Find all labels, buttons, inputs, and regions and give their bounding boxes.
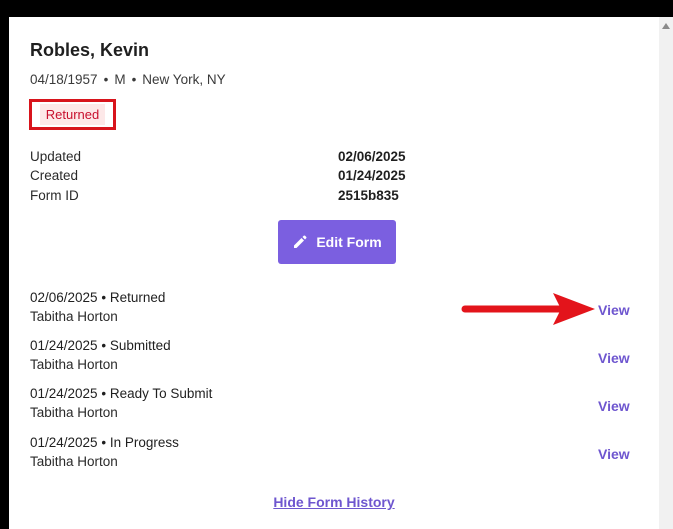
created-label: Created bbox=[30, 168, 79, 183]
scroll-up-arrow-icon[interactable] bbox=[662, 23, 670, 29]
history-date: 02/06/2025 bbox=[30, 290, 98, 305]
edit-form-button[interactable]: Edit Form bbox=[278, 220, 396, 264]
history-entry-2: 01/24/2025 • Submitted bbox=[30, 338, 171, 353]
patient-sex: M bbox=[114, 72, 126, 87]
patient-name: Robles, Kevin bbox=[30, 40, 150, 60]
history-user: Tabitha Horton bbox=[30, 454, 118, 469]
view-link-3[interactable]: View bbox=[598, 398, 630, 414]
updated-label: Updated bbox=[30, 149, 82, 164]
patient-location: New York, NY bbox=[142, 72, 226, 87]
history-user: Tabitha Horton bbox=[30, 405, 118, 420]
edit-form-label: Edit Form bbox=[316, 234, 382, 250]
separator-dot: • bbox=[103, 72, 109, 87]
history-date: 01/24/2025 bbox=[30, 435, 98, 450]
pencil-icon bbox=[294, 235, 307, 248]
patient-dob: 04/18/1957 bbox=[30, 72, 98, 87]
history-user: Tabitha Horton bbox=[30, 309, 118, 324]
status-badge: Returned bbox=[39, 104, 106, 125]
history-entry-1: 02/06/2025 • Returned bbox=[30, 290, 165, 305]
separator-dot: • bbox=[101, 435, 107, 450]
status-highlight-box: Returned bbox=[29, 99, 116, 130]
history-entry-4: 01/24/2025 • In Progress bbox=[30, 435, 179, 450]
separator-dot: • bbox=[101, 338, 107, 353]
view-link-1[interactable]: View bbox=[598, 302, 630, 318]
patient-demographics: 04/18/1957 • M • New York, NY bbox=[30, 72, 226, 87]
history-user: Tabitha Horton bbox=[30, 357, 118, 372]
separator-dot: • bbox=[101, 290, 107, 305]
history-status: Returned bbox=[109, 290, 166, 305]
form-id-value: 2515b835 bbox=[338, 188, 399, 203]
view-link-2[interactable]: View bbox=[598, 350, 630, 366]
red-arrow-icon bbox=[461, 293, 595, 325]
scrollbar[interactable] bbox=[659, 17, 673, 529]
form-card: Robles, Kevin 04/18/1957 • M • New York, NY … bbox=[9, 17, 659, 529]
history-entry-3: 01/24/2025 • Ready To Submit bbox=[30, 386, 212, 401]
updated-value: 02/06/2025 bbox=[338, 149, 406, 164]
view-link-4[interactable]: View bbox=[598, 446, 630, 462]
history-date: 01/24/2025 bbox=[30, 338, 98, 353]
separator-dot: • bbox=[131, 72, 137, 87]
hide-form-history-link[interactable]: Hide Form History bbox=[9, 494, 659, 510]
created-value: 01/24/2025 bbox=[338, 168, 406, 183]
history-status: Ready To Submit bbox=[109, 386, 213, 401]
history-status: Submitted bbox=[109, 338, 171, 353]
separator-dot: • bbox=[101, 386, 107, 401]
history-status: In Progress bbox=[109, 435, 179, 450]
history-date: 01/24/2025 bbox=[30, 386, 98, 401]
form-id-label: Form ID bbox=[30, 188, 79, 203]
